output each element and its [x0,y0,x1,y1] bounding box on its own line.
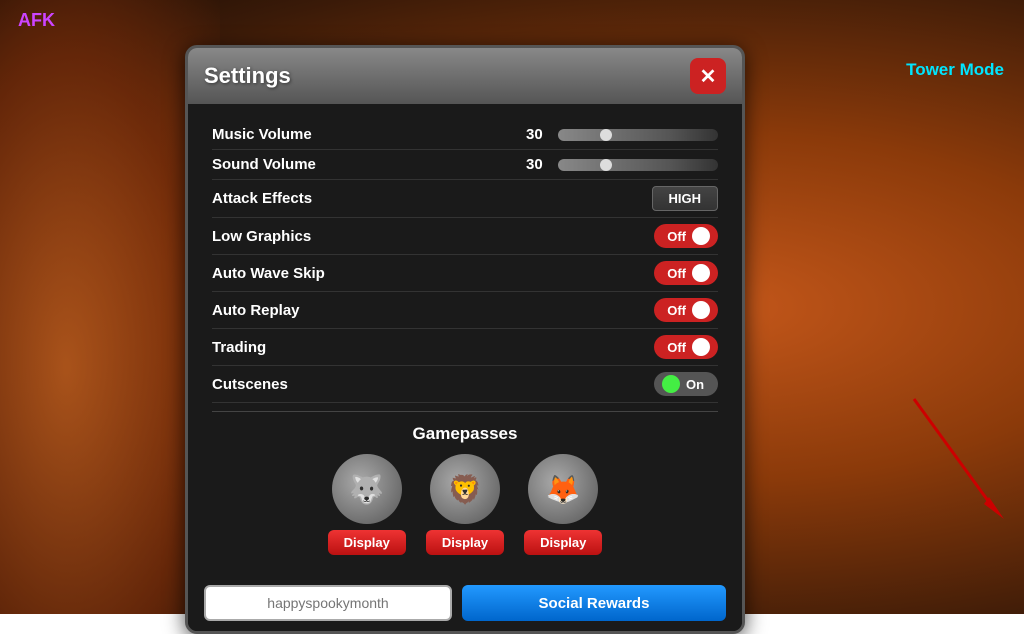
trading-control: Off [654,335,718,359]
settings-window: Settings ✕ Music Volume 30 Sound Volume … [185,45,745,634]
sound-volume-control: 30 [526,156,718,173]
cutscenes-value: On [686,377,704,392]
auto-wave-skip-label: Auto Wave Skip [212,265,325,282]
low-graphics-control: Off [654,224,718,248]
gamepass-icon-3: 🦊 [528,454,598,524]
auto-replay-toggle[interactable]: Off [654,298,718,322]
settings-footer: Social Rewards [188,575,742,631]
attack-effects-button[interactable]: HIGH [652,186,719,211]
trading-circle [692,338,710,356]
auto-replay-control: Off [654,298,718,322]
gamepass-items: 🐺 Display 🦁 Display 🦊 Display [212,454,718,555]
display-button-2[interactable]: Display [426,530,504,555]
cutscenes-label: Cutscenes [212,376,288,393]
gamepass-icon-2: 🦁 [430,454,500,524]
low-graphics-row: Low Graphics Off [212,218,718,255]
auto-replay-value: Off [667,303,686,318]
trading-row: Trading Off [212,329,718,366]
music-slider-thumb [600,129,612,141]
display-button-3[interactable]: Display [524,530,602,555]
cutscenes-circle [662,375,680,393]
attack-effects-label: Attack Effects [212,190,312,207]
gamepasses-section: Gamepasses 🐺 Display 🦁 Display 🦊 Display [212,420,718,563]
auto-replay-label: Auto Replay [212,302,300,319]
settings-header: Settings ✕ [188,48,742,104]
gamepass-icon-1: 🐺 [332,454,402,524]
trading-toggle[interactable]: Off [654,335,718,359]
auto-replay-row: Auto Replay Off [212,292,718,329]
trading-value: Off [667,340,686,355]
auto-wave-skip-control: Off [654,261,718,285]
close-button[interactable]: ✕ [690,58,726,94]
attack-effects-row: Attack Effects HIGH [212,180,718,218]
cutscenes-control: On [654,372,718,396]
attack-effects-control: HIGH [652,186,719,211]
music-volume-value: 30 [526,126,550,143]
sound-slider-thumb [600,159,612,171]
auto-replay-circle [692,301,710,319]
auto-wave-skip-toggle[interactable]: Off [654,261,718,285]
display-button-1[interactable]: Display [328,530,406,555]
music-volume-control: 30 [526,126,718,143]
music-volume-slider[interactable] [558,129,718,141]
low-graphics-label: Low Graphics [212,228,311,245]
auto-wave-skip-circle [692,264,710,282]
settings-body: Music Volume 30 Sound Volume 30 Attack E… [188,104,742,575]
gamepass-item-3: 🦊 Display [524,454,602,555]
social-rewards-button[interactable]: Social Rewards [462,585,726,621]
sound-volume-slider[interactable] [558,159,718,171]
music-volume-label: Music Volume [212,126,312,143]
gamepass-item-2: 🦁 Display [426,454,504,555]
settings-title: Settings [204,63,291,89]
gamepass-item-1: 🐺 Display [328,454,406,555]
sound-volume-value: 30 [526,156,550,173]
music-volume-row: Music Volume 30 [212,120,718,150]
sound-volume-label: Sound Volume [212,156,316,173]
cutscenes-toggle[interactable]: On [654,372,718,396]
gamepasses-title: Gamepasses [212,424,718,444]
cutscenes-row: Cutscenes On [212,366,718,403]
tower-mode-label: Tower Mode [906,60,1004,80]
sound-volume-row: Sound Volume 30 [212,150,718,180]
low-graphics-value: Off [667,229,686,244]
low-graphics-circle [692,227,710,245]
section-divider [212,411,718,412]
auto-wave-skip-row: Auto Wave Skip Off [212,255,718,292]
afk-label: AFK [18,10,55,31]
trading-label: Trading [212,339,266,356]
auto-wave-skip-value: Off [667,266,686,281]
low-graphics-toggle[interactable]: Off [654,224,718,248]
code-input[interactable] [204,585,452,621]
